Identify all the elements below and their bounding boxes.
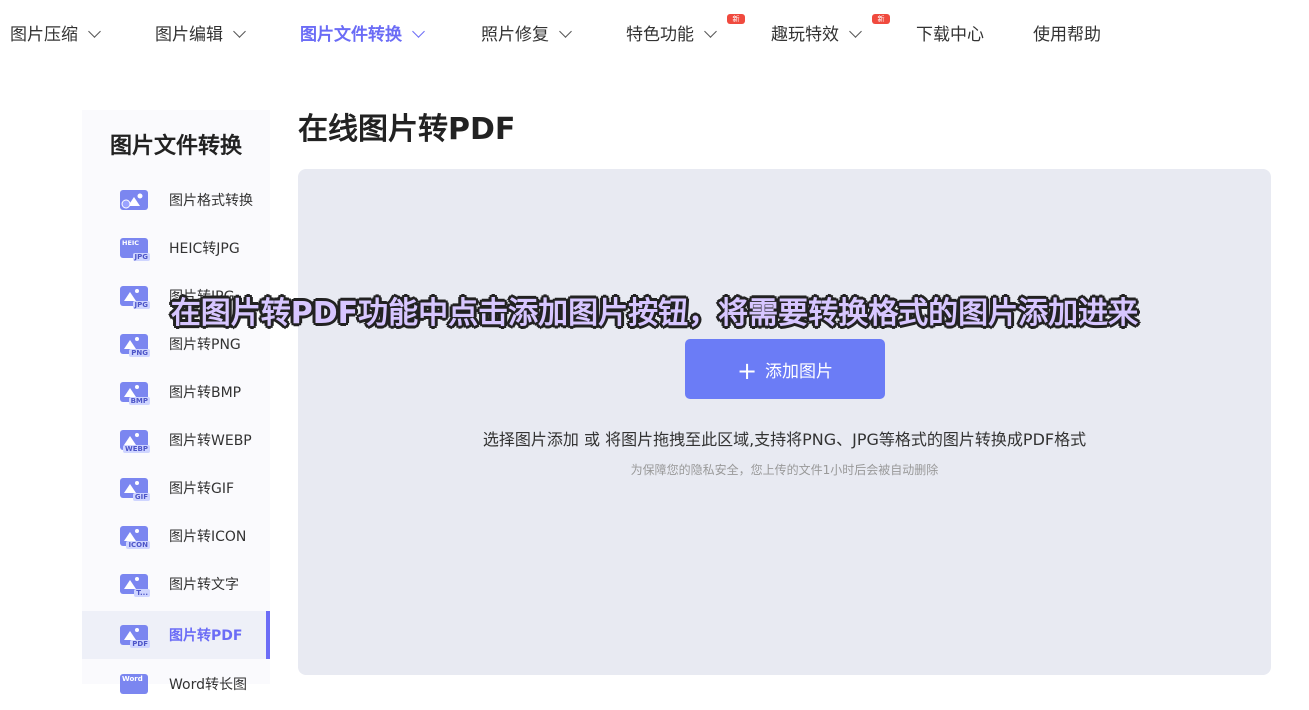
sidebar-item-heic-to-jpg[interactable]: HEIC JPG HEIC转JPG: [82, 224, 270, 272]
sidebar-item-word-to-long-image[interactable]: Word Word转长图: [82, 662, 270, 710]
page-title: 在线图片转PDF: [298, 112, 516, 147]
nav-image-convert[interactable]: 图片文件转换: [300, 22, 425, 48]
chevron-down-icon: [559, 25, 572, 38]
sidebar-item-to-pdf[interactable]: PDF 图片转PDF: [82, 611, 270, 659]
nav-special-features[interactable]: 特色功能 新: [626, 14, 745, 48]
nav-image-edit[interactable]: 图片编辑: [155, 22, 246, 48]
chevron-down-icon: [704, 25, 717, 38]
chevron-down-icon: [412, 25, 425, 38]
sidebar-item-to-text[interactable]: T... 图片转文字: [82, 560, 270, 608]
privacy-notice: 为保障您的隐私安全，您上传的文件1小时后会被自动删除: [630, 463, 939, 477]
pdf-image-icon: PDF: [120, 625, 150, 648]
sidebar: 图片文件转换 图片格式转换 HEIC JPG HEIC转JPG JPG 图片转J…: [82, 110, 270, 694]
chevron-down-icon: [233, 25, 246, 38]
nav-photo-repair[interactable]: 照片修复: [481, 22, 572, 48]
gif-image-icon: GIF: [120, 478, 150, 501]
add-image-button[interactable]: + 添加图片: [685, 339, 885, 399]
sidebar-item-format-convert[interactable]: 图片格式转换: [82, 176, 270, 224]
png-image-icon: PNG: [120, 334, 150, 357]
icon-image-icon: ICON: [120, 526, 150, 549]
plus-icon: +: [736, 357, 758, 385]
chevron-down-icon: [88, 25, 101, 38]
sidebar-item-to-bmp[interactable]: BMP 图片转BMP: [82, 368, 270, 416]
tutorial-caption: 在图片转PDF功能中点击添加图片按钮，将需要转换格式的图片添加进来: [170, 296, 1139, 331]
sidebar-item-to-icon[interactable]: ICON 图片转ICON: [82, 512, 270, 560]
nav-help[interactable]: 使用帮助: [1033, 22, 1101, 48]
webp-image-icon: WEBP: [120, 430, 150, 453]
bmp-image-icon: BMP: [120, 382, 150, 405]
sidebar-item-to-webp[interactable]: WEBP 图片转WEBP: [82, 416, 270, 464]
image-convert-icon: [120, 190, 148, 210]
sidebar-title: 图片文件转换: [110, 134, 243, 159]
text-image-icon: T...: [120, 574, 150, 597]
new-badge: 新: [727, 14, 745, 24]
word-file-icon: Word: [120, 674, 148, 694]
nav-download-center[interactable]: 下载中心: [916, 22, 984, 48]
new-badge: 新: [872, 14, 890, 24]
heic-file-icon: HEIC JPG: [120, 238, 150, 261]
sidebar-item-to-gif[interactable]: GIF 图片转GIF: [82, 464, 270, 512]
chevron-down-icon: [849, 25, 862, 38]
nav-image-compress[interactable]: 图片压缩: [10, 22, 101, 48]
upload-dropzone[interactable]: [298, 169, 1271, 675]
upload-hint: 选择图片添加 或 将图片拖拽至此区域,支持将PNG、JPG等格式的图片转换成PD…: [482, 430, 1087, 449]
nav-fun-effects[interactable]: 趣玩特效 新: [771, 14, 890, 48]
top-nav: 图片压缩 图片编辑 图片文件转换 照片修复 特色功能 新 趣玩特效 新 下载中心…: [0, 0, 1309, 70]
